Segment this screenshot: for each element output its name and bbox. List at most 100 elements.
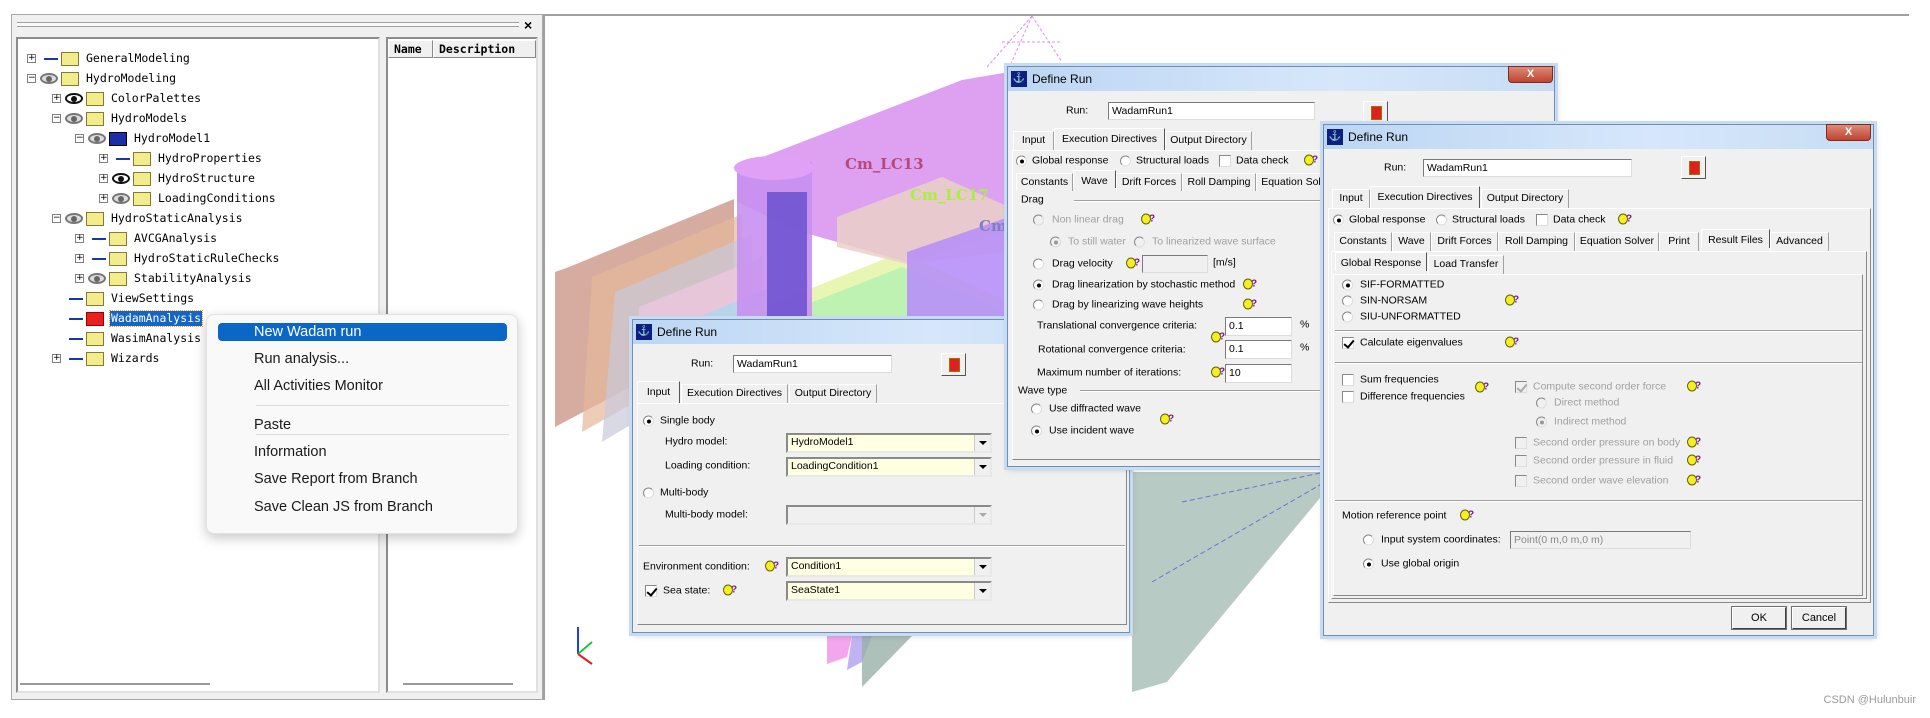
close-icon[interactable]: × — [524, 17, 532, 33]
drag-velocity-input[interactable] — [1142, 255, 1208, 273]
hidden-visibility-icon[interactable] — [69, 358, 83, 360]
context-menu-item[interactable]: Paste — [218, 416, 507, 434]
global-origin-radio[interactable] — [1363, 558, 1374, 570]
help-bulb-icon[interactable] — [1687, 380, 1703, 394]
tree-item[interactable]: + StabilityAnalysis — [18, 269, 378, 289]
subtab-equation-solver[interactable]: Equation Solver — [1575, 232, 1659, 251]
expand-icon[interactable]: + — [75, 234, 84, 243]
help-bulb-icon[interactable] — [1618, 213, 1634, 227]
linearized-surface-radio[interactable] — [1134, 236, 1145, 248]
tree-horizontal-scrollbar[interactable] — [20, 683, 210, 685]
expand-icon[interactable]: + — [52, 94, 61, 103]
context-menu-item[interactable]: Run analysis... — [218, 350, 507, 368]
hidden-visibility-icon[interactable] — [92, 238, 106, 240]
tree-item[interactable]: − HydroModel1 — [18, 129, 378, 149]
close-button[interactable]: X — [1508, 66, 1553, 83]
tab-output-directory[interactable]: Output Directory — [789, 384, 877, 403]
environment-condition-select[interactable]: Condition1 — [786, 557, 992, 577]
help-bulb-icon[interactable] — [1141, 213, 1157, 227]
help-bulb-icon[interactable] — [1460, 509, 1476, 523]
eye-icon[interactable] — [65, 213, 83, 224]
subtab-wave[interactable]: Wave — [1073, 170, 1116, 188]
hidden-visibility-icon[interactable] — [69, 298, 83, 300]
difference-frequencies-checkbox[interactable] — [1342, 391, 1354, 403]
expand-icon[interactable]: + — [75, 274, 84, 283]
tree-item[interactable]: − HydroModels — [18, 109, 378, 129]
diffracted-wave-radio[interactable] — [1031, 403, 1042, 415]
subtab-roll-damping[interactable]: Roll Damping — [1182, 173, 1256, 191]
subtab-roll-damping[interactable]: Roll Damping — [1498, 232, 1575, 251]
help-bulb-icon[interactable] — [723, 584, 739, 598]
tab-output-directory[interactable]: Output Directory — [1481, 189, 1569, 208]
siu-unformatted-radio[interactable] — [1342, 311, 1353, 323]
tree-item[interactable]: − HydroModeling — [18, 69, 378, 89]
tree-item[interactable]: + HydroProperties — [18, 149, 378, 169]
chevron-down-icon[interactable] — [974, 559, 990, 575]
collapse-icon[interactable]: − — [52, 214, 61, 223]
subtab-equation-solver[interactable]: Equation Sol — [1256, 173, 1326, 191]
run-name-input[interactable]: WadamRun1 — [733, 355, 892, 373]
tree-item[interactable]: ViewSettings — [18, 289, 378, 309]
panel-drag-grip[interactable] — [17, 22, 519, 27]
expand-icon[interactable]: + — [99, 194, 108, 203]
tab-input[interactable]: Input — [1013, 131, 1054, 150]
tree-item[interactable]: + GeneralModeling — [18, 49, 378, 69]
global-response-radio[interactable] — [1016, 155, 1027, 167]
stochastic-method-radio[interactable] — [1033, 279, 1044, 291]
tab-execution-directives[interactable]: Execution Directives — [681, 384, 788, 403]
help-bulb-icon[interactable] — [1687, 474, 1703, 488]
tree-item[interactable]: + HydroStructure — [18, 169, 378, 189]
sea-state-checkbox[interactable] — [645, 585, 657, 597]
new-run-icon-button[interactable] — [1363, 101, 1388, 124]
hidden-visibility-icon[interactable] — [44, 58, 58, 60]
context-menu-item[interactable]: Information — [218, 443, 507, 461]
wave-heights-radio[interactable] — [1033, 299, 1044, 311]
help-bulb-icon[interactable] — [1505, 336, 1521, 350]
non-linear-drag-radio[interactable] — [1033, 214, 1044, 226]
context-menu-item[interactable]: New Wadam run — [218, 323, 507, 341]
expand-icon[interactable]: + — [75, 254, 84, 263]
new-run-icon-button[interactable] — [941, 353, 966, 376]
eye-icon[interactable] — [65, 113, 83, 124]
title-bar[interactable]: ⚓ Define Run — [1008, 67, 1554, 91]
expand-icon[interactable]: + — [99, 154, 108, 163]
collapse-icon[interactable]: − — [52, 114, 61, 123]
tree-item[interactable]: + ColorPalettes — [18, 89, 378, 109]
max-iterations-input[interactable]: 10 — [1225, 364, 1292, 383]
chevron-down-icon[interactable] — [974, 435, 990, 451]
tree-item[interactable]: + LoadingConditions — [18, 189, 378, 209]
help-bulb-icon[interactable] — [1304, 154, 1320, 168]
subtab-print[interactable]: Print — [1659, 232, 1699, 251]
help-bulb-icon[interactable] — [1475, 381, 1491, 395]
run-name-input[interactable]: WadamRun1 — [1108, 102, 1315, 120]
rotational-criteria-input[interactable]: 0.1 — [1225, 340, 1292, 359]
inner-tab-global-response[interactable]: Global Response — [1335, 252, 1427, 271]
collapse-icon[interactable]: − — [27, 74, 36, 83]
hidden-visibility-icon[interactable] — [116, 158, 130, 160]
eye-icon[interactable] — [65, 93, 83, 104]
subtab-drift-forces[interactable]: Drift Forces — [1116, 173, 1182, 191]
column-header-name[interactable]: Name — [388, 40, 433, 58]
tab-execution-directives[interactable]: Execution Directives — [1370, 186, 1480, 208]
tree-item[interactable]: + HydroStaticRuleChecks — [18, 249, 378, 269]
multi-body-model-select[interactable] — [786, 505, 992, 525]
collapse-icon[interactable]: − — [75, 134, 84, 143]
column-header-description[interactable]: Description — [433, 40, 536, 58]
help-bulb-icon[interactable] — [1687, 454, 1703, 468]
drag-velocity-radio[interactable] — [1033, 258, 1044, 270]
direct-method-radio[interactable] — [1536, 397, 1547, 409]
data-check-checkbox[interactable] — [1536, 214, 1548, 226]
run-name-input[interactable]: WadamRun1 — [1423, 159, 1632, 177]
hidden-visibility-icon[interactable] — [69, 338, 83, 340]
help-bulb-icon[interactable] — [1687, 436, 1703, 450]
help-bulb-icon[interactable] — [765, 560, 781, 574]
pressure-on-body-checkbox[interactable] — [1515, 437, 1527, 449]
tree-item[interactable]: + AVCGAnalysis — [18, 229, 378, 249]
input-coordinates-radio[interactable] — [1363, 534, 1374, 546]
data-check-checkbox[interactable] — [1219, 155, 1231, 167]
context-menu-item[interactable]: All Activities Monitor — [218, 377, 507, 395]
compute-second-order-checkbox[interactable] — [1515, 381, 1527, 393]
structural-loads-radio[interactable] — [1436, 214, 1447, 226]
wave-elevation-checkbox[interactable] — [1515, 475, 1527, 487]
eye-icon[interactable] — [88, 273, 106, 284]
